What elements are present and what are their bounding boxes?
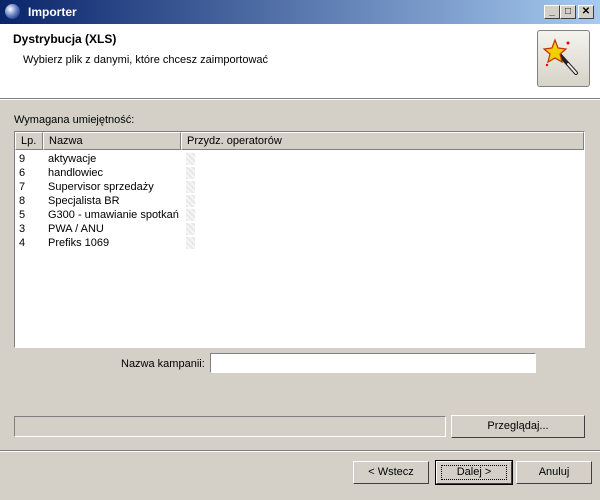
- operators-cell: [186, 153, 195, 165]
- table-row[interactable]: 3 PWA / ANU: [15, 222, 584, 236]
- table-row[interactable]: 5 G300 - umawianie spotkań: [15, 208, 584, 222]
- close-button[interactable]: ✕: [578, 5, 594, 19]
- column-header-name[interactable]: Nazwa: [43, 132, 181, 150]
- row-name: Prefiks 1069: [48, 237, 110, 249]
- operators-cell: [186, 237, 195, 249]
- row-lp: 5: [19, 209, 26, 221]
- column-header-operators[interactable]: Przydz. operatorów: [181, 132, 584, 150]
- row-name: G300 - umawianie spotkań: [48, 209, 179, 221]
- row-lp: 3: [19, 223, 26, 235]
- row-lp: 6: [19, 167, 26, 179]
- page-title: Dystrybucja (XLS): [13, 32, 117, 46]
- row-name: Supervisor sprzedaży: [48, 181, 154, 193]
- next-button[interactable]: Dalej >: [435, 460, 513, 485]
- progress-bar: [14, 416, 446, 437]
- row-lp: 7: [19, 181, 26, 193]
- wizard-header: Dystrybucja (XLS) Wybierz plik z danymi,…: [0, 24, 600, 98]
- campaign-name-input[interactable]: [210, 353, 536, 373]
- column-header-lp[interactable]: Lp.: [15, 132, 43, 150]
- focus-rect: [441, 465, 507, 480]
- table-row[interactable]: 6 handlowiec: [15, 166, 584, 180]
- magic-wand-icon: [537, 30, 590, 87]
- operators-cell: [186, 209, 195, 221]
- table-header: Lp. Nazwa Przydz. operatorów: [15, 132, 584, 150]
- row-lp: 9: [19, 153, 26, 165]
- operators-cell: [186, 181, 195, 193]
- cancel-button[interactable]: Anuluj: [516, 461, 592, 484]
- row-lp: 8: [19, 195, 26, 207]
- operators-cell: [186, 223, 195, 235]
- title-bar[interactable]: Importer _ □ ✕: [0, 0, 600, 24]
- row-lp: 4: [19, 237, 26, 249]
- table-row[interactable]: 9 aktywacje: [15, 152, 584, 166]
- table-row[interactable]: 8 Specjalista BR: [15, 194, 584, 208]
- row-name: Specjalista BR: [48, 195, 120, 207]
- skills-label: Wymagana umiejętność:: [14, 114, 135, 126]
- maximize-button[interactable]: □: [560, 5, 576, 19]
- campaign-label: Nazwa kampanii:: [121, 358, 205, 370]
- header-separator: [0, 98, 600, 100]
- window-title: Importer: [28, 5, 77, 19]
- browse-button[interactable]: Przeglądaj...: [451, 415, 585, 438]
- operators-cell: [186, 195, 195, 207]
- skills-table[interactable]: Lp. Nazwa Przydz. operatorów 9 aktywacje…: [14, 131, 585, 348]
- minimize-button[interactable]: _: [544, 5, 560, 19]
- page-description: Wybierz plik z danymi, które chcesz zaim…: [23, 54, 269, 66]
- footer-separator: [0, 450, 600, 452]
- row-name: aktywacje: [48, 153, 97, 165]
- operators-cell: [186, 167, 195, 179]
- table-row[interactable]: 4 Prefiks 1069: [15, 236, 584, 250]
- app-icon: [5, 4, 20, 19]
- row-name: handlowiec: [48, 167, 104, 179]
- back-button[interactable]: < Wstecz: [353, 461, 429, 484]
- table-row[interactable]: 7 Supervisor sprzedaży: [15, 180, 584, 194]
- row-name: PWA / ANU: [48, 223, 104, 235]
